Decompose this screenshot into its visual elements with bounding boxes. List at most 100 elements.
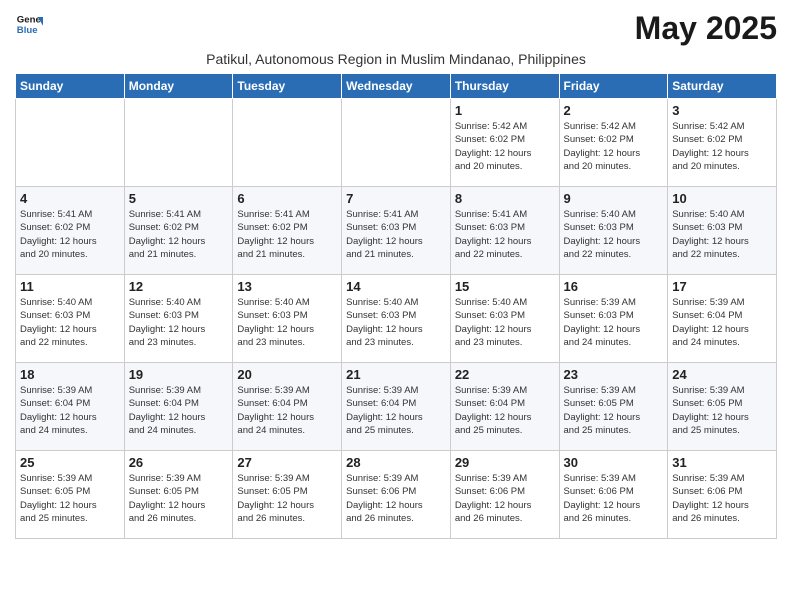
day-number: 8 <box>455 191 555 206</box>
day-number: 23 <box>564 367 664 382</box>
day-info: Sunrise: 5:42 AM Sunset: 6:02 PM Dayligh… <box>672 120 772 173</box>
day-number: 4 <box>20 191 120 206</box>
calendar-cell: 18 Sunrise: 5:39 AM Sunset: 6:04 PM Dayli… <box>16 363 125 451</box>
calendar-table: SundayMondayTuesdayWednesdayThursdayFrid… <box>15 73 777 539</box>
svg-text:General: General <box>17 14 43 25</box>
day-info: Sunrise: 5:39 AM Sunset: 6:05 PM Dayligh… <box>672 384 772 437</box>
day-info: Sunrise: 5:39 AM Sunset: 6:04 PM Dayligh… <box>346 384 446 437</box>
calendar-cell: 24 Sunrise: 5:39 AM Sunset: 6:05 PM Dayli… <box>668 363 777 451</box>
day-number: 22 <box>455 367 555 382</box>
day-info: Sunrise: 5:40 AM Sunset: 6:03 PM Dayligh… <box>672 208 772 261</box>
day-of-week-header: Sunday <box>16 74 125 99</box>
logo: General Blue <box>15 10 43 38</box>
day-info: Sunrise: 5:42 AM Sunset: 6:02 PM Dayligh… <box>455 120 555 173</box>
day-number: 25 <box>20 455 120 470</box>
day-info: Sunrise: 5:39 AM Sunset: 6:04 PM Dayligh… <box>129 384 229 437</box>
day-number: 20 <box>237 367 337 382</box>
subtitle: Patikul, Autonomous Region in Muslim Min… <box>15 51 777 67</box>
day-number: 19 <box>129 367 229 382</box>
day-number: 13 <box>237 279 337 294</box>
calendar-cell: 12 Sunrise: 5:40 AM Sunset: 6:03 PM Dayli… <box>124 275 233 363</box>
calendar-cell: 27 Sunrise: 5:39 AM Sunset: 6:05 PM Dayli… <box>233 451 342 539</box>
calendar-cell <box>233 99 342 187</box>
day-info: Sunrise: 5:39 AM Sunset: 6:05 PM Dayligh… <box>20 472 120 525</box>
calendar-cell: 14Sunrise: 5:40 AM Sunset: 6:03 PM Dayli… <box>342 275 451 363</box>
calendar-cell: 1 Sunrise: 5:42 AM Sunset: 6:02 PM Daylig… <box>450 99 559 187</box>
calendar-cell: 20 Sunrise: 5:39 AM Sunset: 6:04 PM Dayli… <box>233 363 342 451</box>
calendar-cell: 16 Sunrise: 5:39 AM Sunset: 6:03 PM Dayli… <box>559 275 668 363</box>
day-number: 26 <box>129 455 229 470</box>
day-info: Sunrise: 5:41 AM Sunset: 6:02 PM Dayligh… <box>20 208 120 261</box>
day-number: 11 <box>20 279 120 294</box>
calendar-cell: 19 Sunrise: 5:39 AM Sunset: 6:04 PM Dayli… <box>124 363 233 451</box>
day-info: Sunrise: 5:42 AM Sunset: 6:02 PM Dayligh… <box>564 120 664 173</box>
calendar-cell: 31 Sunrise: 5:39 AM Sunset: 6:06 PM Dayli… <box>668 451 777 539</box>
calendar-cell <box>16 99 125 187</box>
day-number: 12 <box>129 279 229 294</box>
day-info: Sunrise: 5:40 AM Sunset: 6:03 PM Dayligh… <box>20 296 120 349</box>
calendar-cell: 21 Sunrise: 5:39 AM Sunset: 6:04 PM Dayli… <box>342 363 451 451</box>
day-of-week-header: Friday <box>559 74 668 99</box>
calendar-cell: 26 Sunrise: 5:39 AM Sunset: 6:05 PM Dayli… <box>124 451 233 539</box>
calendar-cell: 15 Sunrise: 5:40 AM Sunset: 6:03 PM Dayli… <box>450 275 559 363</box>
day-info: Sunrise: 5:39 AM Sunset: 6:04 PM Dayligh… <box>455 384 555 437</box>
day-number: 3 <box>672 103 772 118</box>
day-info: Sunrise: 5:41 AM Sunset: 6:02 PM Dayligh… <box>237 208 337 261</box>
logo-icon: General Blue <box>15 10 43 38</box>
day-info: Sunrise: 5:39 AM Sunset: 6:03 PM Dayligh… <box>564 296 664 349</box>
calendar-cell: 4 Sunrise: 5:41 AM Sunset: 6:02 PM Daylig… <box>16 187 125 275</box>
calendar-cell: 23 Sunrise: 5:39 AM Sunset: 6:05 PM Dayli… <box>559 363 668 451</box>
day-info: Sunrise: 5:39 AM Sunset: 6:05 PM Dayligh… <box>237 472 337 525</box>
day-number: 27 <box>237 455 337 470</box>
day-info: Sunrise: 5:39 AM Sunset: 6:04 PM Dayligh… <box>237 384 337 437</box>
day-info: Sunrise: 5:41 AM Sunset: 6:03 PM Dayligh… <box>346 208 446 261</box>
day-number: 17 <box>672 279 772 294</box>
day-number: 29 <box>455 455 555 470</box>
calendar-cell: 3 Sunrise: 5:42 AM Sunset: 6:02 PM Daylig… <box>668 99 777 187</box>
day-number: 30 <box>564 455 664 470</box>
day-info: Sunrise: 5:41 AM Sunset: 6:03 PM Dayligh… <box>455 208 555 261</box>
day-of-week-header: Tuesday <box>233 74 342 99</box>
day-number: 28 <box>346 455 446 470</box>
day-info: Sunrise: 5:40 AM Sunset: 6:03 PM Dayligh… <box>346 296 446 349</box>
calendar-cell: 8 Sunrise: 5:41 AM Sunset: 6:03 PM Daylig… <box>450 187 559 275</box>
calendar-cell: 25 Sunrise: 5:39 AM Sunset: 6:05 PM Dayli… <box>16 451 125 539</box>
calendar-cell: 6Sunrise: 5:41 AM Sunset: 6:02 PM Daylig… <box>233 187 342 275</box>
day-number: 15 <box>455 279 555 294</box>
day-of-week-header: Monday <box>124 74 233 99</box>
day-number: 31 <box>672 455 772 470</box>
calendar-cell: 2Sunrise: 5:42 AM Sunset: 6:02 PM Daylig… <box>559 99 668 187</box>
day-info: Sunrise: 5:40 AM Sunset: 6:03 PM Dayligh… <box>455 296 555 349</box>
calendar-cell: 13 Sunrise: 5:40 AM Sunset: 6:03 PM Dayli… <box>233 275 342 363</box>
day-of-week-header: Thursday <box>450 74 559 99</box>
calendar-cell <box>342 99 451 187</box>
day-of-week-header: Saturday <box>668 74 777 99</box>
day-number: 16 <box>564 279 664 294</box>
day-info: Sunrise: 5:39 AM Sunset: 6:04 PM Dayligh… <box>672 296 772 349</box>
day-info: Sunrise: 5:39 AM Sunset: 6:04 PM Dayligh… <box>20 384 120 437</box>
day-info: Sunrise: 5:41 AM Sunset: 6:02 PM Dayligh… <box>129 208 229 261</box>
day-number: 1 <box>455 103 555 118</box>
day-number: 5 <box>129 191 229 206</box>
day-info: Sunrise: 5:39 AM Sunset: 6:06 PM Dayligh… <box>672 472 772 525</box>
calendar-cell: 17 Sunrise: 5:39 AM Sunset: 6:04 PM Dayli… <box>668 275 777 363</box>
day-info: Sunrise: 5:40 AM Sunset: 6:03 PM Dayligh… <box>129 296 229 349</box>
calendar-cell <box>124 99 233 187</box>
page-header: General Blue May 2025 <box>15 10 777 47</box>
calendar-cell: 22 Sunrise: 5:39 AM Sunset: 6:04 PM Dayli… <box>450 363 559 451</box>
calendar-cell: 11 Sunrise: 5:40 AM Sunset: 6:03 PM Dayli… <box>16 275 125 363</box>
month-title: May 2025 <box>635 10 777 47</box>
day-number: 9 <box>564 191 664 206</box>
calendar-cell: 29Sunrise: 5:39 AM Sunset: 6:06 PM Dayli… <box>450 451 559 539</box>
day-of-week-header: Wednesday <box>342 74 451 99</box>
day-number: 24 <box>672 367 772 382</box>
day-number: 21 <box>346 367 446 382</box>
day-number: 18 <box>20 367 120 382</box>
day-number: 10 <box>672 191 772 206</box>
day-info: Sunrise: 5:39 AM Sunset: 6:05 PM Dayligh… <box>129 472 229 525</box>
day-info: Sunrise: 5:40 AM Sunset: 6:03 PM Dayligh… <box>237 296 337 349</box>
day-number: 7 <box>346 191 446 206</box>
calendar-cell: 10 Sunrise: 5:40 AM Sunset: 6:03 PM Dayli… <box>668 187 777 275</box>
day-info: Sunrise: 5:40 AM Sunset: 6:03 PM Dayligh… <box>564 208 664 261</box>
day-info: Sunrise: 5:39 AM Sunset: 6:05 PM Dayligh… <box>564 384 664 437</box>
